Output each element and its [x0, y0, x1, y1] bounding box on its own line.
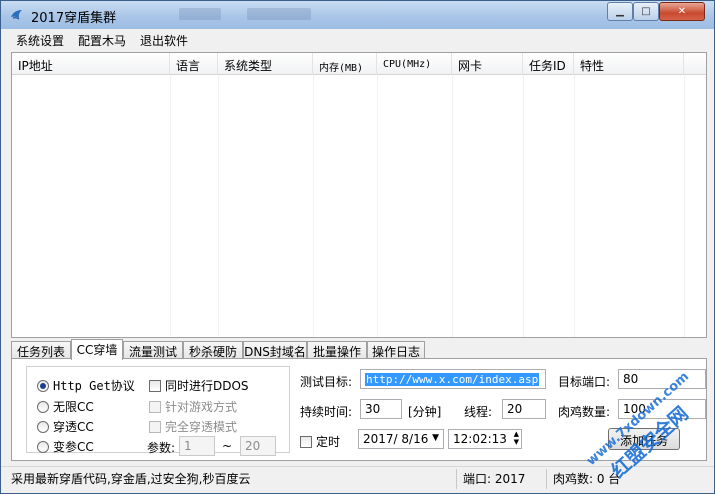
option-label: 针对游戏方式: [165, 400, 238, 414]
duration-label: 持续时间:: [300, 405, 353, 419]
column-gridline: [170, 75, 171, 337]
maximize-button[interactable]: □: [633, 2, 659, 21]
time-value: 12:02:13: [453, 432, 507, 446]
mode-group: Http Get协议 无限CC 穿透CC 变参CC 同时进行DDOS 针对游戏方…: [26, 366, 290, 456]
param-separator: ~: [222, 439, 233, 453]
tab-cc-wall[interactable]: CC穿墙: [71, 339, 123, 360]
radio-icon[interactable]: [37, 440, 49, 453]
window-title: 2017穿盾集群: [31, 11, 117, 26]
menu-configure-trojan[interactable]: 配置木马: [78, 32, 126, 49]
target-url-text: http://www.x.com/index.asp: [365, 373, 540, 386]
status-message: 采用最新穿盾代码,穿金盾,过安全狗,秒百度云: [11, 472, 251, 486]
timed-toggle[interactable]: 定时: [300, 433, 340, 450]
cc-panel: Http Get协议 无限CC 穿透CC 变参CC 同时进行DDOS 针对游戏方…: [11, 358, 707, 461]
title-blur: [247, 8, 311, 20]
column-gridline: [452, 75, 453, 337]
column-ip[interactable]: IP地址: [12, 53, 170, 75]
duration-unit: [分钟]: [408, 405, 442, 419]
list-header: IP地址 语言 系统类型 内存(MB) CPU(MHz) 网卡 任务ID 特性: [12, 53, 706, 75]
column-gridline: [218, 75, 219, 337]
add-task-button[interactable]: 添加任务: [608, 428, 680, 450]
tab-hard-defense[interactable]: 秒杀硬防: [183, 341, 243, 359]
tab-dns-block[interactable]: DNS封域名: [243, 341, 307, 359]
checkbox-disabled-icon: [149, 400, 161, 413]
column-language[interactable]: 语言: [170, 53, 218, 75]
tab-traffic-test[interactable]: 流量测试: [123, 341, 183, 359]
title-bar[interactable]: 2017穿盾集群 ▁ □ ✕: [1, 1, 714, 29]
option-game-mode: 针对游戏方式: [149, 398, 237, 415]
duration-input[interactable]: 30: [360, 399, 402, 419]
param-to-input: 20: [240, 436, 276, 456]
target-url-input[interactable]: http://www.x.com/index.asp: [360, 369, 546, 389]
column-features[interactable]: 特性: [574, 53, 684, 75]
checkbox-icon[interactable]: [149, 379, 161, 392]
app-window: 2017穿盾集群 ▁ □ ✕ 系统设置 配置木马 退出软件 IP地址 语言 系统…: [0, 0, 715, 494]
minimize-button[interactable]: ▁: [607, 2, 633, 21]
column-os-type[interactable]: 系统类型: [218, 53, 313, 75]
column-gridline: [377, 75, 378, 337]
tab-task-list[interactable]: 任务列表: [11, 341, 71, 359]
threads-label: 线程:: [464, 405, 493, 419]
radio-selected-icon[interactable]: [37, 379, 49, 392]
column-gridline: [313, 75, 314, 337]
status-separator: [456, 469, 457, 489]
params-label: 参数:: [147, 441, 176, 455]
target-label: 测试目标:: [300, 375, 353, 389]
status-separator: [546, 469, 547, 489]
bots-input[interactable]: 100: [618, 399, 706, 419]
app-logo-icon: [11, 10, 22, 20]
menu-bar: 系统设置 配置木马 退出软件: [1, 29, 714, 51]
date-value: 2017/ 8/16: [363, 432, 429, 446]
close-button[interactable]: ✕: [659, 2, 705, 21]
mode-variable-cc[interactable]: 变参CC: [37, 438, 94, 455]
threads-input[interactable]: 20: [502, 399, 546, 419]
mode-label: 变参CC: [53, 440, 94, 454]
chevron-down-icon[interactable]: ▼: [432, 433, 439, 443]
checkbox-icon[interactable]: [300, 435, 312, 448]
time-picker[interactable]: 12:02:13 ▲ ▼: [448, 429, 522, 449]
column-memory[interactable]: 内存(MB): [313, 53, 377, 75]
column-gridline: [523, 75, 524, 337]
status-bar: 采用最新穿盾代码,穿金盾,过安全狗,秒百度云 端口: 2017 肉鸡数: 0 台: [1, 466, 714, 493]
option-label: 同时进行DDOS: [165, 379, 249, 393]
column-gridline: [574, 75, 575, 337]
spinner-arrows-icon[interactable]: ▲ ▼: [514, 430, 519, 446]
option-full-penetrate: 完全穿透模式: [149, 418, 237, 435]
mode-penetrate-cc[interactable]: 穿透CC: [37, 418, 94, 435]
option-label: 完全穿透模式: [165, 420, 238, 434]
status-port: 端口: 2017: [463, 472, 526, 486]
param-from-input: 1: [179, 436, 215, 456]
radio-icon[interactable]: [37, 400, 49, 413]
mode-http-get[interactable]: Http Get协议: [37, 377, 135, 394]
port-input[interactable]: 80: [618, 369, 706, 389]
column-task-id[interactable]: 任务ID: [523, 53, 574, 75]
mode-label: 无限CC: [53, 400, 94, 414]
timed-label: 定时: [316, 435, 341, 449]
host-list[interactable]: IP地址 语言 系统类型 内存(MB) CPU(MHz) 网卡 任务ID 特性: [11, 52, 707, 338]
tab-batch-ops[interactable]: 批量操作: [307, 341, 367, 359]
mode-label: 穿透CC: [53, 420, 94, 434]
port-label: 目标端口:: [558, 375, 611, 389]
date-picker[interactable]: 2017/ 8/16 ▼: [358, 429, 444, 449]
bots-label: 肉鸡数量:: [558, 405, 611, 419]
title-blur: [179, 8, 221, 20]
tab-operation-log[interactable]: 操作日志: [367, 341, 425, 359]
menu-system-settings[interactable]: 系统设置: [16, 32, 64, 49]
radio-icon[interactable]: [37, 420, 49, 433]
status-bots: 肉鸡数: 0 台: [553, 472, 621, 486]
column-cpu[interactable]: CPU(MHz): [377, 53, 452, 75]
option-ddos[interactable]: 同时进行DDOS: [149, 377, 249, 394]
tab-bar: 任务列表 CC穿墙 流量测试 秒杀硬防 DNS封域名 批量操作 操作日志: [11, 339, 707, 360]
mode-unlimited-cc[interactable]: 无限CC: [37, 398, 94, 415]
column-gridline: [684, 75, 685, 337]
mode-label: Http Get协议: [53, 379, 135, 393]
column-nic[interactable]: 网卡: [452, 53, 523, 75]
menu-exit[interactable]: 退出软件: [140, 32, 188, 49]
checkbox-disabled-icon: [149, 420, 161, 433]
